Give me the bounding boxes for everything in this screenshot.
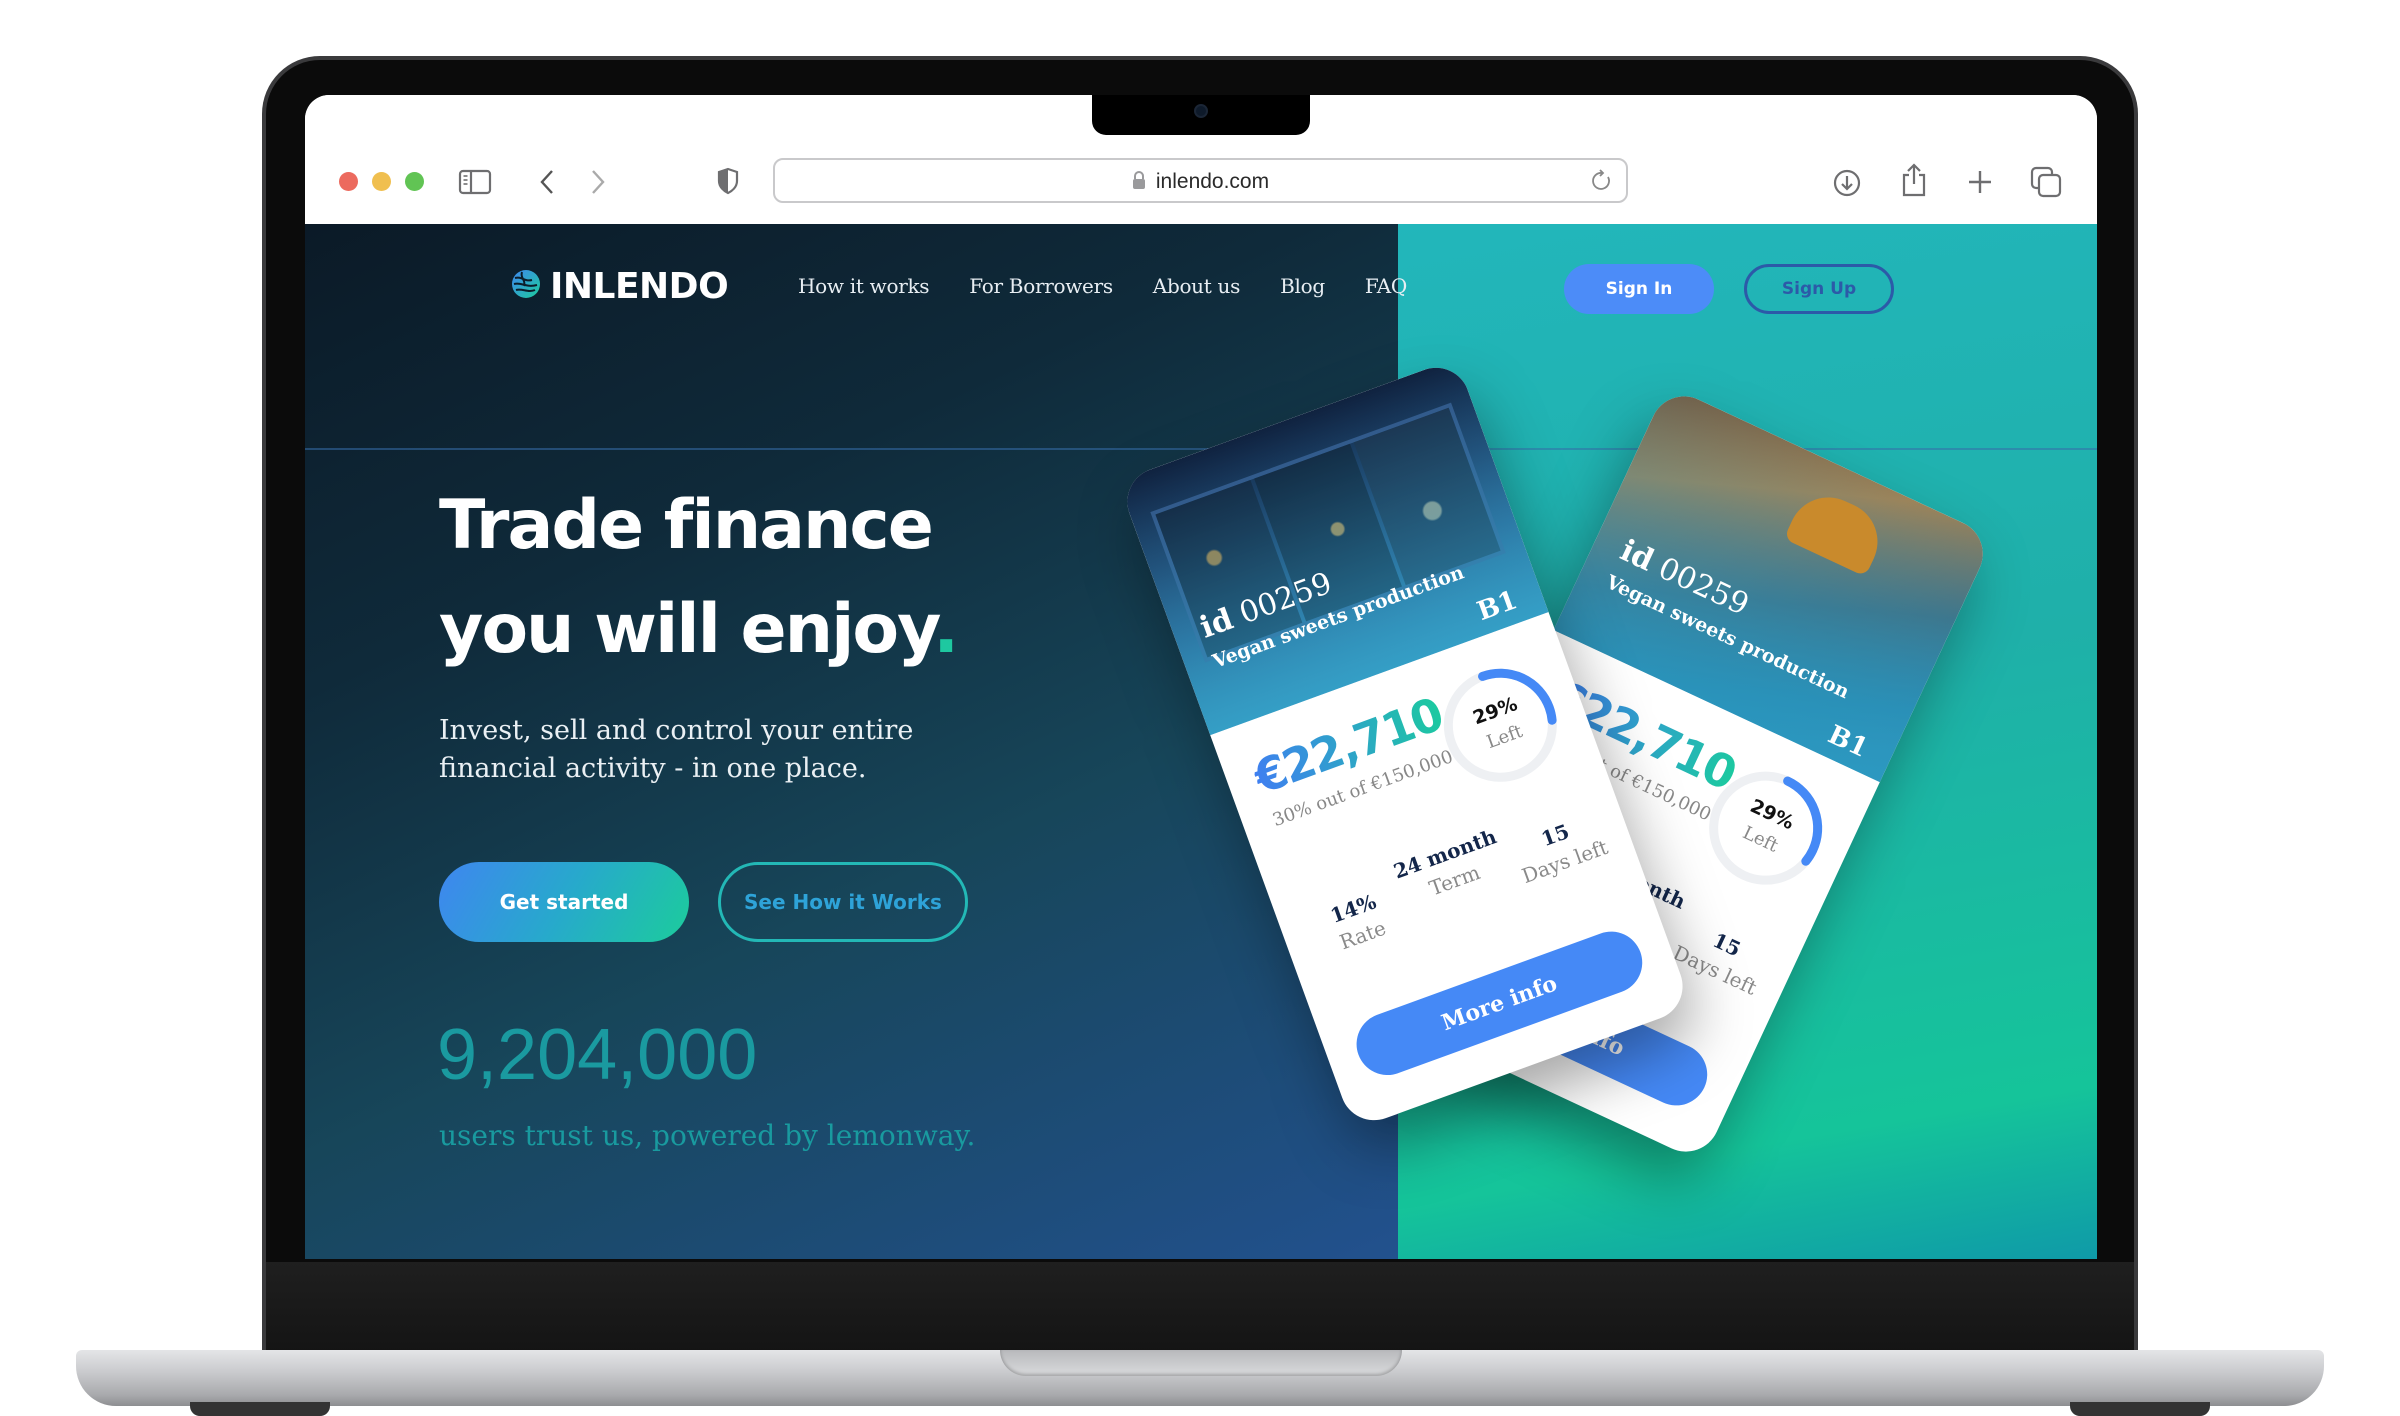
site-logo[interactable]: INLENDO: [510, 266, 729, 307]
headline-line-2-text: you will enjoy: [439, 590, 935, 669]
zoom-window-button[interactable]: [405, 172, 424, 191]
header-divider: [305, 448, 2097, 450]
sign-up-button[interactable]: Sign Up: [1744, 264, 1894, 314]
hero-headline: Trade finance you will enjoy.: [439, 474, 959, 682]
sign-in-button[interactable]: Sign In: [1564, 264, 1714, 314]
nav-about-us[interactable]: About us: [1153, 274, 1241, 298]
lock-icon: [1132, 170, 1146, 196]
camera-icon: [1194, 104, 1208, 118]
reload-icon[interactable]: [1590, 169, 1614, 193]
laptop-foot: [2070, 1402, 2210, 1416]
laptop-base-notch: [1000, 1350, 1402, 1376]
nav-for-borrowers[interactable]: For Borrowers: [969, 274, 1113, 298]
address-bar[interactable]: inlendo.com: [773, 158, 1628, 203]
shield-icon[interactable]: [716, 166, 740, 196]
logo-globe-icon: [510, 268, 542, 305]
hero-subtitle: Invest, sell and control your entire fin…: [439, 715, 914, 784]
forward-icon[interactable]: [588, 167, 608, 197]
user-count-caption: users trust us, powered by lemonway.: [439, 1119, 976, 1152]
brand-name: INLENDO: [550, 266, 729, 307]
main-nav: How it works For Borrowers About us Blog…: [798, 274, 1407, 298]
nav-blog[interactable]: Blog: [1280, 274, 1325, 298]
minimize-window-button[interactable]: [372, 172, 391, 191]
stat-days-left: 15 Days left: [1518, 819, 1611, 889]
headline-line-1: Trade finance: [439, 486, 934, 565]
share-icon[interactable]: [1898, 161, 1930, 199]
laptop-mockup: inlendo.com INLENDO How it works For Bor…: [0, 0, 2400, 1416]
sidebar-icon[interactable]: [458, 169, 492, 195]
see-how-it-works-button[interactable]: See How it Works: [718, 862, 968, 942]
screen: inlendo.com INLENDO How it works For Bor…: [305, 95, 2097, 1259]
nav-how-it-works[interactable]: How it works: [798, 274, 930, 298]
close-window-button[interactable]: [339, 172, 358, 191]
nav-faq[interactable]: FAQ: [1365, 274, 1407, 298]
back-icon[interactable]: [537, 167, 557, 197]
get-started-button[interactable]: Get started: [439, 862, 689, 942]
laptop-foot: [190, 1402, 330, 1416]
tabs-overview-icon[interactable]: [2029, 165, 2063, 199]
headline-line-2: you will enjoy.: [439, 578, 959, 682]
webpage: INLENDO How it works For Borrowers About…: [305, 224, 2097, 1259]
download-icon[interactable]: [1831, 167, 1863, 199]
stat-term: 24 monthTerm: [1390, 824, 1500, 901]
url-text: inlendo.com: [775, 170, 1626, 196]
url-value: inlendo.com: [1155, 170, 1270, 193]
headline-accent-dot: .: [933, 590, 959, 669]
new-tab-icon[interactable]: [1965, 167, 1995, 197]
user-count: 9,204,000: [437, 1015, 758, 1095]
laptop-chin: [266, 1262, 2134, 1354]
